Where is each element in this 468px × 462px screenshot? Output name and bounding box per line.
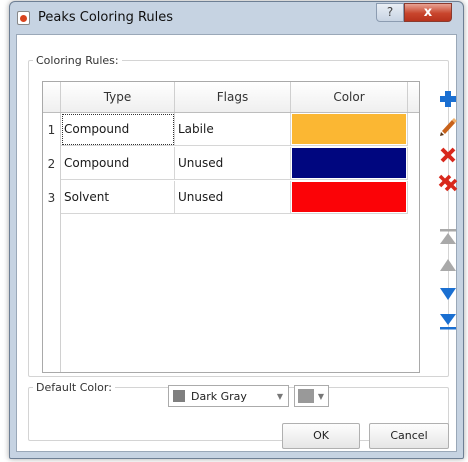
chevron-down-icon: ▼	[276, 392, 283, 401]
column-header-flags[interactable]: Flags	[175, 82, 291, 112]
table-row[interactable]: 2 Compound Unused	[43, 147, 419, 181]
color-swatch	[292, 114, 406, 144]
cancel-button[interactable]: Cancel	[369, 423, 449, 449]
title-bar[interactable]: Peaks Coloring Rules ? x	[10, 2, 463, 34]
rules-table[interactable]: Type Flags Color 1 Compound Labile 2 Com…	[42, 81, 420, 373]
help-button[interactable]: ?	[376, 3, 404, 22]
default-color-label: Default Color:	[36, 381, 112, 394]
close-button[interactable]: x	[404, 3, 452, 22]
color-cell[interactable]	[291, 181, 408, 214]
row-number-header	[43, 82, 61, 112]
ok-button[interactable]: OK	[282, 423, 360, 449]
row-number: 2	[43, 147, 61, 181]
move-down-icon[interactable]	[437, 282, 459, 304]
column-header-color[interactable]: Color	[291, 82, 408, 112]
default-color-value: Dark Gray	[191, 390, 247, 403]
move-up-icon[interactable]	[437, 254, 459, 276]
flags-cell[interactable]: Labile	[175, 113, 291, 146]
app-icon	[17, 11, 30, 25]
type-cell[interactable]: Compound	[61, 113, 175, 146]
type-cell[interactable]: Compound	[61, 147, 175, 180]
color-cell[interactable]	[291, 113, 408, 146]
default-color-select[interactable]: Dark Gray ▼	[168, 385, 289, 407]
table-row[interactable]: 3 Solvent Unused	[43, 181, 419, 215]
add-icon[interactable]	[437, 88, 459, 110]
row-number-column	[43, 215, 61, 372]
chevron-down-icon: ▼	[317, 392, 324, 401]
color-swatch	[292, 148, 406, 178]
dialog-body: Coloring Rules: Type Flags Color 1 Compo…	[16, 34, 459, 452]
column-header-type[interactable]: Type	[61, 82, 175, 112]
row-number: 1	[43, 113, 61, 147]
picker-swatch	[298, 389, 314, 403]
move-bottom-icon[interactable]	[437, 310, 459, 332]
flags-cell[interactable]: Unused	[175, 147, 291, 180]
delete-icon[interactable]	[437, 144, 459, 166]
delete-all-icon[interactable]	[437, 172, 459, 194]
color-cell[interactable]	[291, 147, 408, 180]
table-header: Type Flags Color	[43, 82, 419, 113]
color-picker-button[interactable]: ▼	[294, 385, 329, 407]
window-title: Peaks Coloring Rules	[38, 10, 174, 25]
row-number: 3	[43, 181, 61, 215]
default-color-swatch	[173, 390, 185, 402]
table-row[interactable]: 1 Compound Labile	[43, 113, 419, 147]
flags-cell[interactable]: Unused	[175, 181, 291, 214]
coloring-rules-label: Coloring Rules:	[36, 54, 119, 67]
edit-icon[interactable]	[437, 116, 459, 138]
type-cell[interactable]: Solvent	[61, 181, 175, 214]
color-swatch	[292, 182, 406, 212]
dialog-window: Peaks Coloring Rules ? x Coloring Rules:…	[9, 1, 464, 459]
move-top-icon[interactable]	[437, 226, 459, 248]
